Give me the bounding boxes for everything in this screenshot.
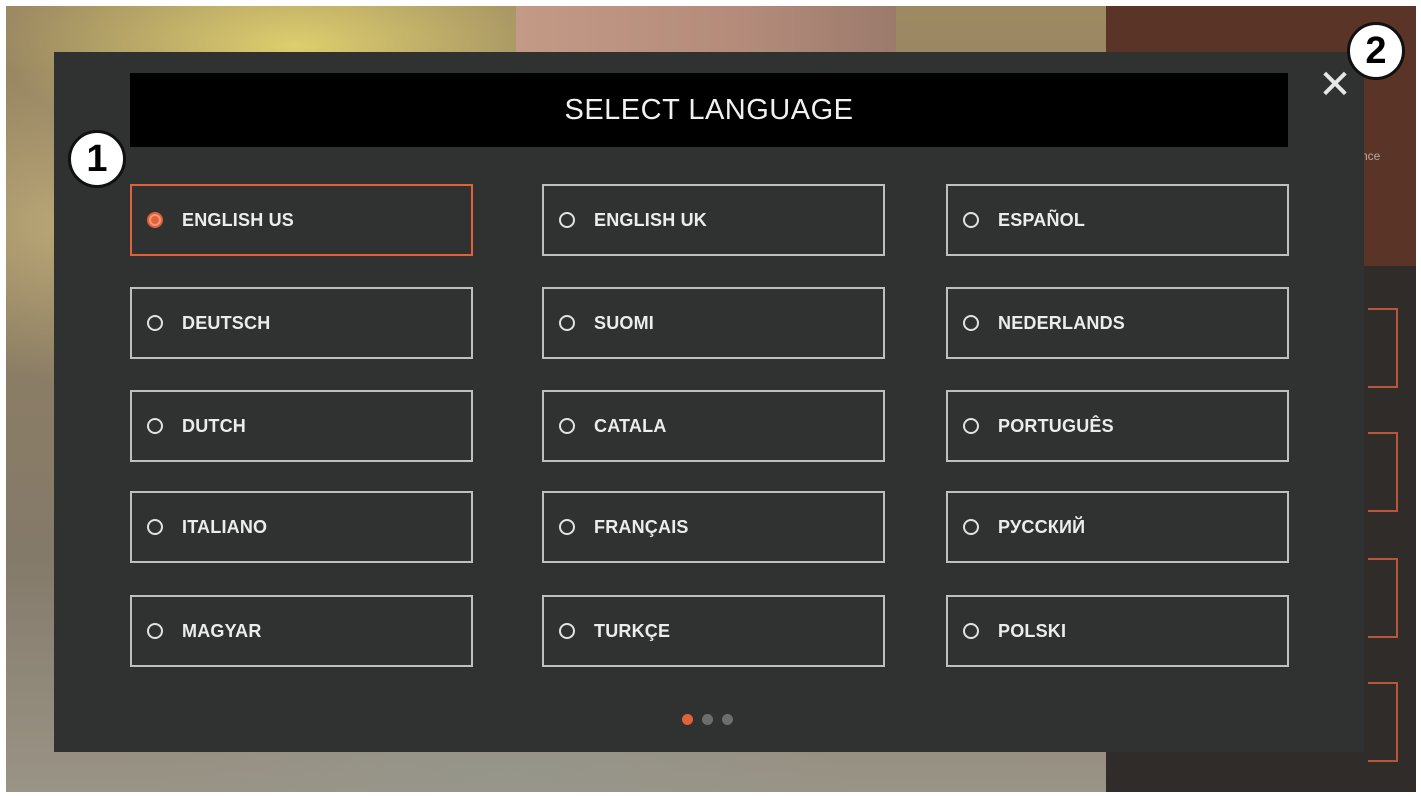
language-label: NEDERLANDS	[998, 312, 1126, 333]
radio-icon	[559, 315, 575, 331]
language-option[interactable]: SUOMI	[542, 287, 885, 359]
language-option[interactable]: DEUTSCH	[130, 287, 473, 359]
language-option[interactable]: ITALIANO	[130, 491, 473, 563]
language-option[interactable]: ESPAÑOL	[946, 184, 1289, 256]
radio-icon	[559, 212, 575, 228]
language-option[interactable]: CATALA	[542, 390, 885, 462]
pagination-dots	[682, 714, 733, 725]
language-label: ENGLISH UK	[594, 209, 708, 230]
language-option[interactable]: DUTCH	[130, 390, 473, 462]
radio-icon	[963, 418, 979, 434]
language-option[interactable]: FRANÇAIS	[542, 491, 885, 563]
page-dot[interactable]	[682, 714, 693, 725]
background-button	[1368, 558, 1398, 638]
page-dot[interactable]	[722, 714, 733, 725]
radio-icon	[147, 418, 163, 434]
language-option[interactable]: TURKÇE	[542, 595, 885, 667]
radio-icon	[559, 623, 575, 639]
radio-icon	[963, 519, 979, 535]
radio-icon	[559, 519, 575, 535]
language-label: ITALIANO	[182, 516, 268, 537]
app-screen: nce SELECT LANGUAGE ✕ ENGLISH US ENGLISH …	[6, 6, 1416, 792]
background-button	[1368, 432, 1398, 512]
language-label: PORTUGUÊS	[998, 415, 1114, 436]
radio-icon	[147, 519, 163, 535]
language-option[interactable]: MAGYAR	[130, 595, 473, 667]
language-label: DEUTSCH	[182, 312, 271, 333]
language-label: SUOMI	[594, 312, 655, 333]
language-label: MAGYAR	[182, 620, 262, 641]
close-button[interactable]: ✕	[1312, 62, 1358, 108]
radio-icon	[147, 212, 163, 228]
radio-icon	[559, 418, 575, 434]
radio-icon	[147, 315, 163, 331]
radio-icon	[963, 212, 979, 228]
background-button	[1368, 682, 1398, 762]
radio-icon	[147, 623, 163, 639]
page-dot[interactable]	[702, 714, 713, 725]
language-label: РУССКИЙ	[998, 516, 1086, 537]
background-button	[1368, 308, 1398, 388]
language-label: FRANÇAIS	[594, 516, 689, 537]
dialog-title: SELECT LANGUAGE	[564, 93, 854, 126]
callout-marker-2: 2	[1347, 22, 1405, 80]
language-option[interactable]: PORTUGUÊS	[946, 390, 1289, 462]
radio-icon	[963, 623, 979, 639]
language-label: POLSKI	[998, 620, 1067, 641]
language-dialog: SELECT LANGUAGE ✕ ENGLISH US ENGLISH UK ES…	[54, 52, 1364, 752]
language-option[interactable]: ENGLISH UK	[542, 184, 885, 256]
language-label: TURKÇE	[594, 620, 671, 641]
language-label: ENGLISH US	[182, 209, 295, 230]
radio-icon	[963, 315, 979, 331]
close-icon: ✕	[1318, 62, 1352, 108]
language-option[interactable]: NEDERLANDS	[946, 287, 1289, 359]
callout-marker-1: 1	[68, 130, 126, 188]
language-option[interactable]: POLSKI	[946, 595, 1289, 667]
language-label: CATALA	[594, 415, 667, 436]
dialog-header: SELECT LANGUAGE	[130, 73, 1288, 147]
language-label: DUTCH	[182, 415, 246, 436]
language-option[interactable]: ENGLISH US	[130, 184, 473, 256]
language-label: ESPAÑOL	[998, 209, 1086, 230]
language-option[interactable]: РУССКИЙ	[946, 491, 1289, 563]
